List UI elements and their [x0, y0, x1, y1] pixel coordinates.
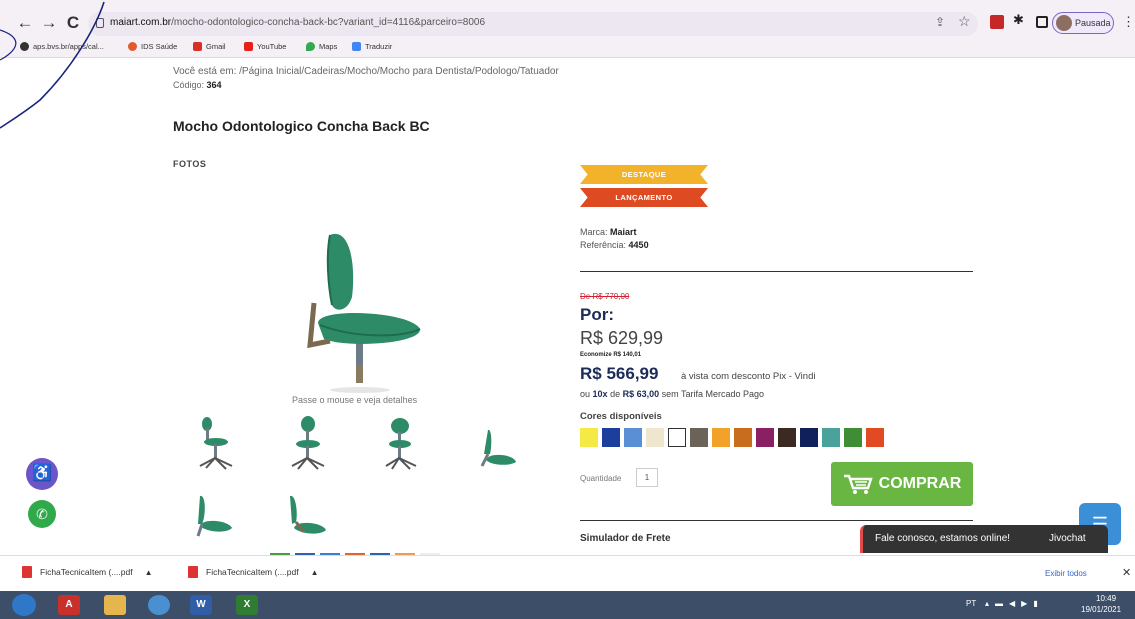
buy-button-label: COMPRAR — [878, 475, 962, 492]
price-label: Por: — [580, 305, 614, 324]
chat-brand: Jivochat — [1049, 533, 1086, 544]
share-icon[interactable]: ⇪ — [935, 15, 945, 29]
bookmark-aps[interactable]: aps.bvs.br/apps/cal... — [20, 42, 104, 51]
thumbnail-photo[interactable] — [282, 492, 332, 548]
quantity-input[interactable] — [636, 468, 658, 487]
close-icon[interactable]: ✕ — [1122, 566, 1131, 579]
color-swatch[interactable] — [668, 428, 686, 447]
excel-app-icon[interactable]: X — [236, 595, 258, 615]
color-swatch[interactable] — [646, 428, 664, 447]
bookmark-gmail[interactable]: Gmail — [193, 42, 226, 51]
lock-icon — [96, 18, 104, 28]
badge-lancamento: LANÇAMENTO — [580, 188, 708, 207]
accessibility-icon[interactable]: ♿ — [26, 458, 58, 490]
whatsapp-icon[interactable]: ✆ — [28, 500, 56, 528]
reference-info: Referência: 4450 — [580, 240, 649, 250]
language-indicator[interactable]: PT — [966, 599, 976, 608]
browser-toolbar: ← → C maiart.com.br/mocho-odontologico-c… — [0, 0, 1135, 58]
divider — [580, 520, 973, 521]
color-swatch[interactable] — [712, 428, 730, 447]
divider — [580, 271, 973, 272]
side-panel-icon[interactable] — [1036, 16, 1048, 28]
download-item[interactable]: FichaTecnicaItem (....pdf ▲ — [22, 566, 153, 578]
bookmark-maps[interactable]: Maps — [306, 42, 337, 51]
bookmark-youtube[interactable]: YouTube — [244, 42, 286, 51]
cart-icon — [843, 473, 873, 495]
price: R$ 629,99 — [580, 328, 664, 348]
file-explorer-icon[interactable] — [104, 595, 126, 615]
freight-simulator-title: Simulador de Frete — [580, 533, 671, 544]
live-chat-bar[interactable]: Fale conosco, estamos online! Jivochat — [860, 525, 1108, 553]
thumbnail-photo[interactable] — [286, 414, 336, 470]
color-swatch[interactable] — [756, 428, 774, 447]
chat-text: Fale conosco, estamos online! — [875, 533, 1011, 544]
pdf-file-icon — [188, 566, 198, 578]
bookmarks-bar: aps.bvs.br/apps/cal... IDS Saúde Gmail Y… — [0, 40, 1135, 56]
color-swatches — [580, 428, 884, 448]
color-swatch[interactable] — [734, 428, 752, 447]
installments-info: ou 10x de R$ 63,00 sem Tarifa Mercado Pa… — [580, 389, 765, 399]
bookmark-star-icon[interactable]: ☆ — [958, 13, 971, 30]
pdf-file-icon — [22, 566, 32, 578]
color-swatch[interactable] — [778, 428, 796, 447]
profile-label: Pausada — [1075, 18, 1111, 28]
savings-note: Economize R$ 140,01 — [580, 352, 642, 358]
breadcrumb[interactable]: Você está em: /Página Inicial/Cadeiras/M… — [173, 66, 559, 77]
thumbnail-photo[interactable] — [192, 490, 242, 546]
colors-label: Cores disponíveis — [580, 411, 662, 422]
taskbar: A W X PT ▴▬◀▶▮ 10:49 19/01/2021 — [0, 591, 1135, 619]
word-app-icon[interactable]: W — [190, 595, 212, 615]
reload-icon[interactable]: C — [62, 12, 84, 34]
page-title: Mocho Odontologico Concha Back BC — [173, 118, 430, 134]
clock-date[interactable]: 19/01/2021 — [1081, 605, 1121, 614]
address-bar[interactable]: maiart.com.br/mocho-odontologico-concha-… — [88, 12, 978, 36]
bookmark-ids-saude[interactable]: IDS Saúde — [128, 42, 177, 51]
color-swatch[interactable] — [866, 428, 884, 447]
color-swatch[interactable] — [690, 428, 708, 447]
pix-price: R$ 566,99 — [580, 364, 659, 383]
url-text[interactable]: maiart.com.br/mocho-odontologico-concha-… — [110, 17, 485, 28]
thumbnail-strip[interactable] — [270, 546, 460, 559]
photo-hover-hint: Passe o mouse e veja detalhes — [292, 395, 418, 405]
system-tray-icons[interactable]: ▴▬◀▶▮ — [985, 599, 1044, 608]
acrobat-extension-icon[interactable] — [990, 15, 1004, 29]
browser-menu-icon[interactable]: ⋮ — [1122, 14, 1135, 30]
show-all-downloads-link[interactable]: Exibir todos — [1045, 569, 1087, 578]
color-swatch[interactable] — [822, 428, 840, 447]
clock-time[interactable]: 10:49 — [1096, 594, 1116, 603]
thumbnail-photo[interactable] — [474, 420, 524, 476]
chrome-app-icon[interactable] — [148, 595, 170, 615]
color-swatch[interactable] — [602, 428, 620, 447]
extensions-puzzle-icon[interactable]: ✱ — [1013, 12, 1027, 27]
badge-destaque: DESTAQUE — [580, 165, 708, 184]
product-code: Código: 364 — [173, 80, 222, 90]
thumbnail-photo[interactable] — [192, 414, 242, 470]
color-swatch[interactable] — [580, 428, 598, 447]
back-arrow-icon[interactable]: ← — [14, 12, 36, 34]
downloads-bar: FichaTecnicaItem (....pdf ▲ FichaTecnicaI… — [0, 555, 1135, 591]
pix-description: à vista com desconto Pix - Vindi — [681, 371, 816, 382]
color-swatch[interactable] — [800, 428, 818, 447]
profile-button[interactable]: Pausada — [1052, 12, 1114, 34]
bookmark-traduzir[interactable]: Traduzir — [352, 42, 392, 51]
buy-button[interactable]: COMPRAR — [831, 462, 973, 506]
forward-arrow-icon[interactable]: → — [38, 12, 60, 34]
chevron-up-icon[interactable]: ▲ — [145, 568, 153, 577]
brand-info: Marca: Maiart — [580, 227, 637, 237]
main-product-photo[interactable] — [290, 225, 430, 395]
color-swatch[interactable] — [844, 428, 862, 447]
thumbnail-photo[interactable] — [380, 414, 430, 470]
avatar — [1056, 15, 1072, 31]
start-menu-icon[interactable] — [12, 594, 36, 616]
photos-label: FOTOS — [173, 159, 207, 169]
quantity-label: Quantidade — [580, 474, 622, 483]
color-swatch[interactable] — [624, 428, 642, 447]
download-item[interactable]: FichaTecnicaItem (....pdf ▲ — [188, 566, 319, 578]
chevron-up-icon[interactable]: ▲ — [311, 568, 319, 577]
old-price: De R$ 770,00 — [580, 292, 630, 301]
acrobat-app-icon[interactable]: A — [58, 595, 80, 615]
